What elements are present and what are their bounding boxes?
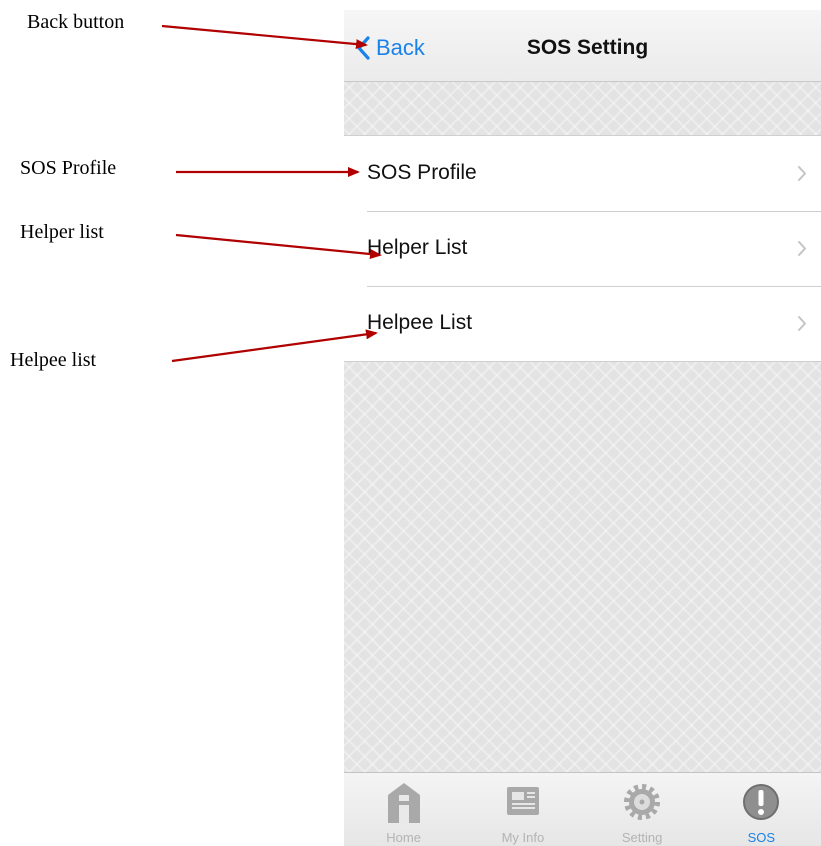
tab-setting[interactable]: Setting (583, 773, 702, 846)
annotation-sos-profile: SOS Profile (20, 157, 117, 179)
home-icon (387, 783, 420, 823)
arrow-back-button (161, 24, 368, 50)
annotation-back-button: Back button (27, 11, 125, 33)
list-item-sos-profile[interactable]: SOS Profile (344, 136, 821, 211)
tab-bar: Home My Info Setting SOS (344, 772, 821, 846)
list-item-helpee-list[interactable]: Helpee List (344, 286, 821, 361)
tab-label: SOS (747, 830, 776, 845)
tab-home[interactable]: Home (344, 773, 463, 846)
annotation-helpee-list: Helpee list (10, 349, 97, 371)
tab-label: Home (386, 830, 421, 845)
annotation-helper-list: Helper list (20, 221, 104, 243)
list-item-helper-list[interactable]: Helper List (344, 211, 821, 286)
list-item-label: SOS Profile (367, 161, 477, 184)
news-icon (506, 787, 539, 815)
tab-my-info[interactable]: My Info (463, 773, 582, 846)
list-item-label: Helper List (367, 236, 468, 259)
chevron-right-icon (798, 166, 806, 181)
page-title: SOS Setting (526, 36, 649, 59)
settings-list: SOS Profile Helper List Helpee List (344, 135, 821, 362)
chevron-right-icon (798, 241, 806, 256)
tab-sos[interactable]: SOS (702, 773, 821, 846)
alert-icon (743, 784, 780, 820)
chevron-right-icon (798, 316, 806, 331)
list-item-label: Helpee List (367, 311, 473, 334)
navigation-bar: Back SOS Setting (344, 10, 821, 82)
tab-label: Setting (621, 830, 663, 845)
gear-icon (624, 784, 661, 820)
phone-screen: Back SOS Setting SOS Profile Helper List… (344, 10, 821, 846)
tab-label: My Info (501, 830, 545, 845)
